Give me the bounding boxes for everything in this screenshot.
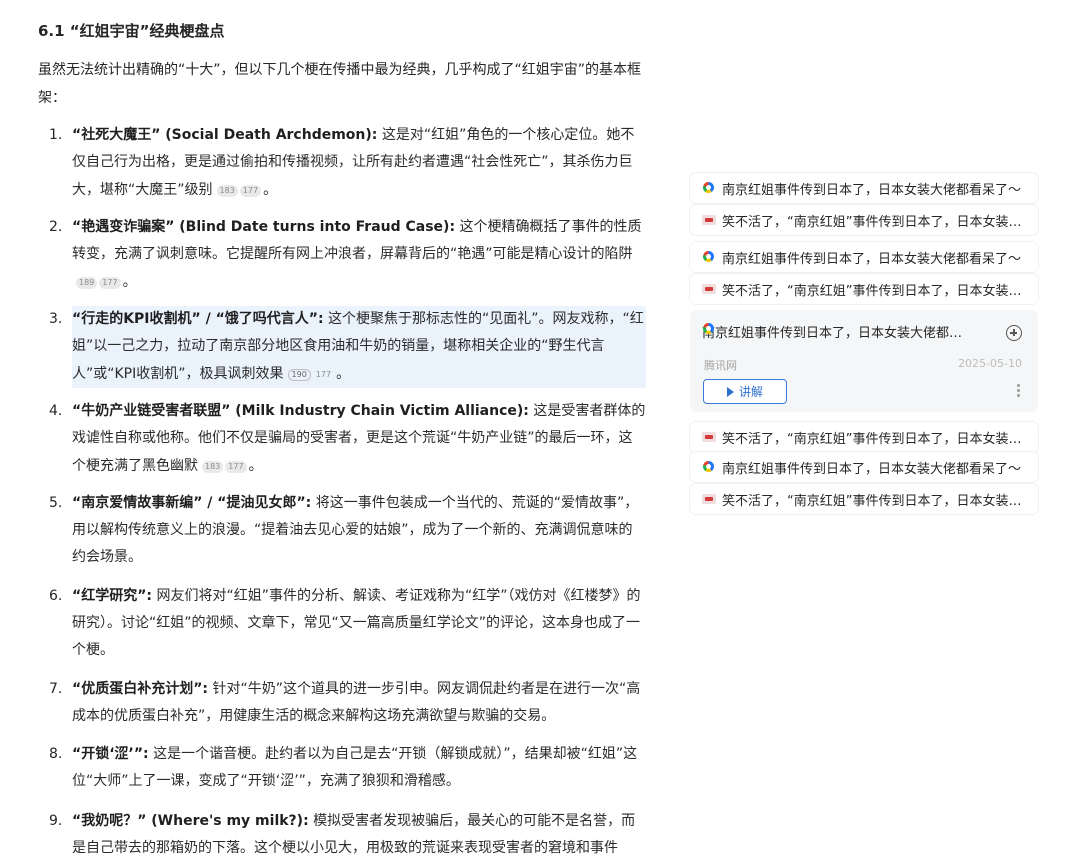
meme-term: “优质蛋白补充计划”: — [72, 681, 209, 697]
netease-news-icon — [702, 282, 716, 296]
source-link[interactable]: 南京红姐事件传到日本了，日本女装大佬都看呆了～ — [690, 242, 1038, 272]
list-item-number: 6. — [49, 588, 63, 604]
citation-badge[interactable]: 177 — [239, 185, 262, 197]
list-item-body: “优质蛋白补充计划”: 针对“牛奶”这个道具的进一步引申。网友调侃赴约者是在进行… — [72, 676, 646, 730]
list-item-body: “行走的KPI收割机” / “饿了吗代言人”: 这个梗聚焦于那标志性的“见面礼”… — [72, 306, 646, 388]
list-item-number: 3. — [49, 311, 63, 327]
source-link[interactable]: 笑不活了，“南京红姐”事件传到日本了，日本女装大佬都看呆了 — [690, 274, 1038, 304]
tencent-news-icon — [702, 250, 716, 264]
citation-group: 183 177 — [216, 176, 264, 203]
explain-button[interactable]: 讲解 — [703, 379, 787, 404]
netease-news-icon — [702, 430, 716, 444]
citation-group: 190 177 — [287, 360, 337, 387]
source-link[interactable]: 笑不活了，“南京红姐”事件传到日本了，日本女装大佬都看呆了 — [690, 422, 1038, 452]
source-card-site: 腾讯网 — [704, 359, 737, 372]
explain-button-label: 讲解 — [738, 385, 763, 399]
citation-badge[interactable]: 177 — [225, 461, 247, 473]
source-card-title-row[interactable]: 南京红姐事件传到日本了，日本女装大佬都看呆了～ — [702, 322, 1022, 341]
list-item-body: “艳遇变诈骗案” (Blind Date turns into Fraud Ca… — [72, 214, 646, 296]
source-link-title[interactable]: 笑不活了，“南京红姐”事件传到日本了，日本女装大佬都看呆了 — [722, 490, 1032, 509]
meme-term: “我奶呢？” (Where's my milk?): — [72, 813, 309, 829]
citation-badge[interactable]: 183 — [216, 185, 238, 197]
source-card[interactable]: 南京红姐事件传到日本了，日本女装大佬都看呆了～ 腾讯网 2025-05-10 讲… — [690, 310, 1038, 412]
list-item-number: 8. — [49, 746, 63, 762]
play-icon — [726, 386, 734, 397]
tencent-news-icon — [702, 181, 716, 195]
citation-badge[interactable]: 189 — [76, 277, 98, 289]
list-item-body: “社死大魔王” (Social Death Archdemon): 这是对“红姐… — [72, 122, 646, 204]
source-link-title[interactable]: 笑不活了，“南京红姐”事件传到日本了，日本女装大佬都看呆了 — [722, 211, 1032, 230]
citation-group: 189 177 — [76, 268, 123, 295]
source-link-title[interactable]: 南京红姐事件传到日本了，日本女装大佬都看呆了～ — [722, 458, 1032, 477]
list-item-number: 5. — [49, 495, 63, 511]
citation-group: 183 177 — [202, 452, 249, 479]
more-options-icon[interactable] — [1017, 384, 1020, 397]
citation-badge[interactable]: 183 — [202, 461, 224, 473]
intro-paragraph: 虽然无法统计出精确的“十大”，但以下几个梗在传播中最为经典，几乎构成了“红姐宇宙… — [38, 62, 642, 106]
source-link-title[interactable]: 笑不活了，“南京红姐”事件传到日本了，日本女装大佬都看呆了 — [722, 280, 1032, 299]
list-item-body: “牛奶产业链受害者联盟” (Milk Industry Chain Victim… — [72, 398, 646, 480]
meme-term: “艳遇变诈骗案” (Blind Date turns into Fraud Ca… — [72, 219, 456, 235]
meme-description: 这是一个谐音梗。赴约者以为自己是去“开锁（解锁成就）”，结果却被“红姐”这位“大… — [72, 746, 638, 789]
source-link[interactable]: 笑不活了，“南京红姐”事件传到日本了，日本女装大佬都看呆了 — [690, 205, 1038, 235]
netease-news-icon — [702, 492, 716, 506]
meme-term: “开锁‘涩’”: — [72, 746, 149, 762]
meme-term: “社死大魔王” (Social Death Archdemon): — [72, 127, 378, 143]
meme-term: “牛奶产业链受害者联盟” (Milk Industry Chain Victim… — [72, 403, 529, 419]
list-item-number: 1. — [49, 127, 63, 143]
list-item-body: “红学研究”: 网友们将对“红姐”事件的分析、解读、考证戏称为“红学”（戏仿对《… — [72, 583, 646, 664]
source-card-title[interactable]: 南京红姐事件传到日本了，日本女装大佬都看呆了～ — [702, 322, 964, 341]
source-card-date: 2025-05-10 — [958, 357, 1022, 370]
section-title: 6.1 “红姐宇宙”经典梗盘点 — [38, 22, 225, 40]
netease-news-icon — [702, 213, 716, 227]
meme-term: “南京爱情故事新编” / “提油见女郎”: — [72, 495, 312, 511]
add-circle-icon[interactable] — [1006, 325, 1022, 341]
list-item-body: “我奶呢？” (Where's my milk?): 模拟受害者发现被骗后，最关… — [72, 808, 646, 861]
list-item-number: 9. — [49, 813, 63, 829]
citation-badge[interactable]: 177 — [99, 277, 121, 289]
list-item-number: 2. — [49, 219, 63, 235]
meme-term: “红学研究”: — [72, 588, 153, 604]
meme-term: “行走的KPI收割机” / “饿了吗代言人”: — [72, 311, 324, 327]
source-link[interactable]: 南京红姐事件传到日本了，日本女装大佬都看呆了～ — [690, 452, 1038, 482]
source-link-title[interactable]: 南京红姐事件传到日本了，日本女装大佬都看呆了～ — [722, 248, 1032, 267]
tencent-news-icon — [702, 460, 716, 474]
list-item-number: 7. — [49, 681, 63, 697]
meme-description: 网友们将对“红姐”事件的分析、解读、考证戏称为“红学”（戏仿对《红楼梦》的研究）… — [72, 588, 641, 658]
source-link[interactable]: 笑不活了，“南京红姐”事件传到日本了，日本女装大佬都看呆了 — [690, 484, 1038, 514]
list-item-number: 4. — [49, 403, 63, 419]
source-link[interactable]: 南京红姐事件传到日本了，日本女装大佬都看呆了～ — [690, 173, 1038, 203]
source-link-title[interactable]: 南京红姐事件传到日本了，日本女装大佬都看呆了～ — [722, 179, 1032, 198]
source-link-title[interactable]: 笑不活了，“南京红姐”事件传到日本了，日本女装大佬都看呆了 — [722, 428, 1032, 447]
citation-badge[interactable]: 190 — [287, 369, 311, 381]
citation-badge[interactable]: 177 — [312, 369, 335, 381]
list-item-body: “开锁‘涩’”: 这是一个谐音梗。赴约者以为自己是去“开锁（解锁成就）”，结果却… — [72, 741, 646, 795]
list-item-body: “南京爱情故事新编” / “提油见女郎”: 将这一事件包装成一个当代的、荒诞的“… — [72, 490, 646, 571]
